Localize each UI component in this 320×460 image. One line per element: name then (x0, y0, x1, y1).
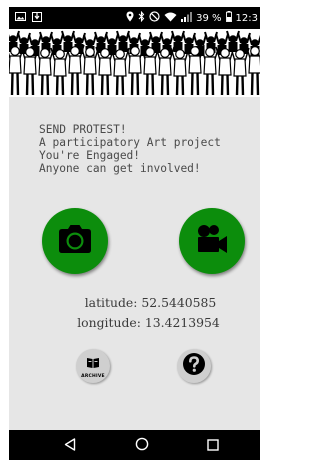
take-photo-button[interactable] (42, 208, 108, 274)
archive-book-icon (86, 354, 100, 373)
recents-button[interactable] (198, 430, 228, 460)
main-content: SEND PROTEST! A participatory Art projec… (9, 97, 260, 430)
image-icon (15, 12, 26, 24)
battery-icon (225, 11, 232, 25)
download-icon (32, 11, 42, 25)
video-camera-icon (195, 223, 229, 259)
latitude-value: 52.5440585 (141, 295, 217, 310)
intro-text: SEND PROTEST! A participatory Art projec… (39, 123, 259, 175)
record-video-button[interactable] (179, 208, 245, 274)
latitude-label: latitude: (84, 295, 138, 310)
back-triangle-icon (64, 436, 76, 455)
longitude-label: longitude: (77, 315, 141, 330)
camera-icon (58, 224, 92, 258)
bluetooth-icon (138, 10, 145, 25)
battery-percent: 39 % (196, 12, 222, 24)
longitude-row: longitude: 13.4213954 (9, 313, 260, 333)
home-button[interactable] (127, 430, 157, 460)
archive-button-content: ARCHIVE (81, 354, 105, 379)
navigation-bar (9, 430, 260, 460)
intro-title: SEND PROTEST! (39, 123, 127, 136)
longitude-value: 13.4213954 (144, 315, 220, 330)
intro-line: A participatory Art project (39, 136, 221, 149)
do-not-disturb-icon (149, 11, 160, 25)
wifi-icon (164, 12, 177, 25)
back-button[interactable] (55, 430, 85, 460)
location-icon (126, 11, 134, 25)
archive-button[interactable]: ARCHIVE (76, 349, 110, 383)
help-icon (182, 352, 206, 380)
status-bar: 39 % 12:3 (9, 7, 260, 29)
archive-label: ARCHIVE (81, 373, 105, 379)
latitude-row: latitude: 52.5440585 (9, 293, 260, 313)
location-readout: latitude: 52.5440585 longitude: 13.42139… (9, 293, 260, 333)
protest-crowd-illustration (9, 30, 260, 96)
protest-crowd-banner (9, 29, 260, 97)
phone-screen: 39 % 12:3 SEND PROTEST! A participatory … (0, 0, 260, 460)
home-circle-icon (135, 436, 149, 455)
clock: 12:3 (235, 12, 258, 24)
help-button[interactable] (177, 349, 211, 383)
intro-line: You're Engaged! (39, 149, 141, 162)
intro-line: Anyone can get involved! (39, 162, 201, 175)
signal-icon (181, 11, 193, 25)
recents-square-icon (207, 436, 219, 455)
